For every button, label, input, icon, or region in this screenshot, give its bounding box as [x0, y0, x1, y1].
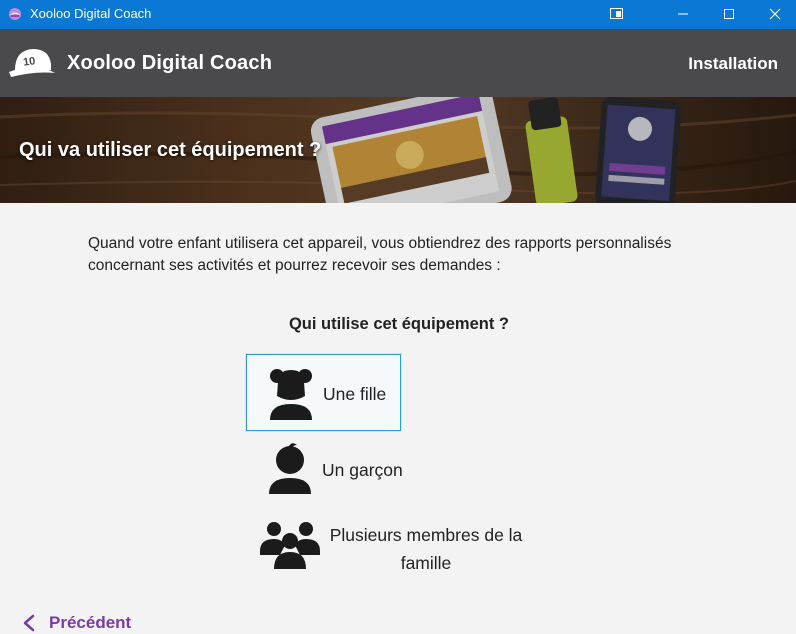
minimize-button[interactable] — [660, 0, 706, 29]
app-logo-icon — [9, 8, 21, 20]
maximize-button[interactable] — [706, 0, 752, 29]
question-title: Qui utilise cet équipement ? — [288, 315, 510, 333]
previous-label: Précédent — [49, 613, 132, 632]
option-girl-label: Une fille — [323, 384, 387, 404]
close-button[interactable] — [752, 0, 796, 29]
snap-button[interactable] — [593, 0, 639, 29]
window-title: Xooloo Digital Coach — [30, 6, 152, 21]
option-girl[interactable]: Une fille — [246, 354, 401, 431]
option-family[interactable]: Plusieurs membres de la famille — [256, 510, 546, 578]
girl-icon — [270, 369, 312, 420]
option-family-label: Plusieurs membres de la famille — [329, 525, 523, 573]
option-boy-label: Un garçon — [322, 460, 403, 480]
installation-step-label: Installation — [688, 54, 778, 73]
app-header: 10 Xooloo Digital Coach Installation — [0, 29, 796, 97]
banner: Qui va utiliser cet équipement ? — [0, 97, 796, 203]
window-titlebar: Xooloo Digital Coach — [0, 0, 796, 29]
svg-text:10: 10 — [22, 55, 36, 69]
intro-text: Quand votre enfant utilisera cet apparei… — [88, 235, 672, 274]
app-name: Xooloo Digital Coach — [67, 52, 273, 74]
family-icon — [260, 522, 320, 569]
chevron-left-icon — [23, 614, 35, 632]
boy-icon — [269, 443, 311, 494]
cap-logo-icon: 10 — [9, 49, 55, 77]
minimize-icon — [678, 13, 688, 15]
snap-layout-icon — [610, 8, 623, 19]
option-boy[interactable]: Un garçon — [246, 432, 416, 502]
close-icon — [769, 8, 781, 20]
banner-heading: Qui va utiliser cet équipement ? — [19, 139, 322, 161]
maximize-icon — [724, 9, 734, 19]
